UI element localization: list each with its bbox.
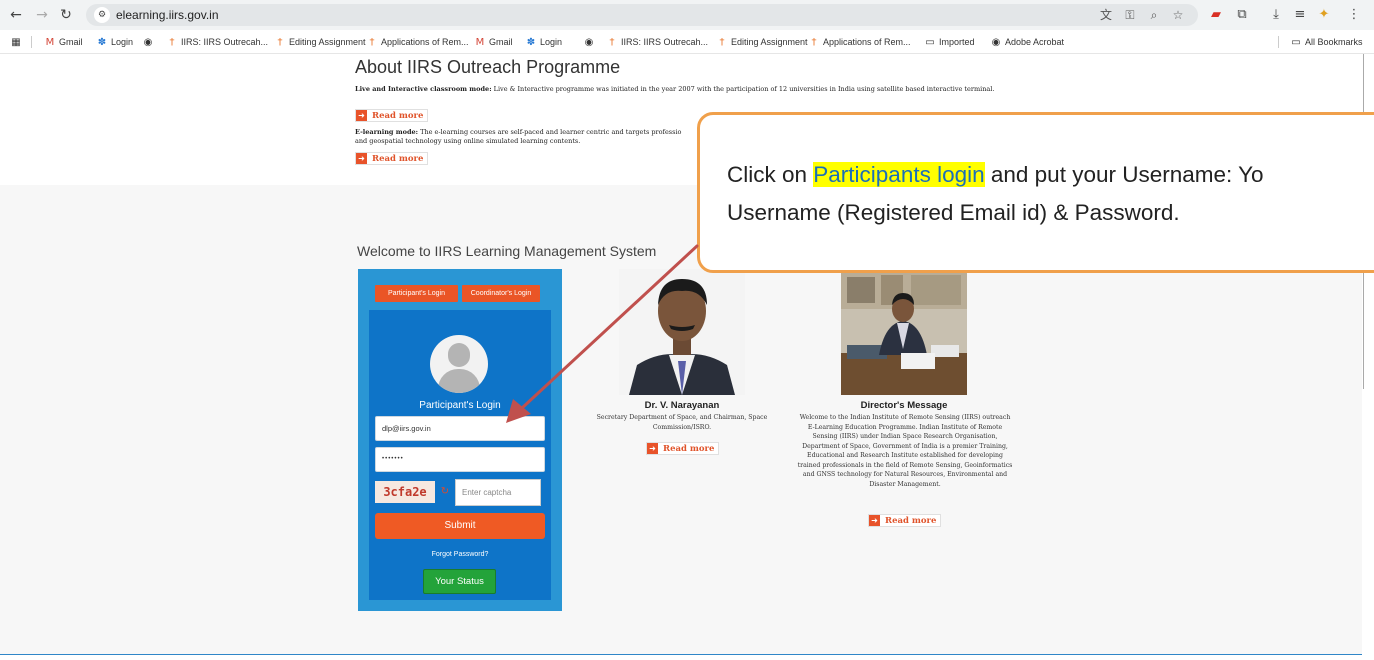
- arrow-shaft: [520, 244, 699, 410]
- pointer-arrow-icon: [506, 244, 699, 423]
